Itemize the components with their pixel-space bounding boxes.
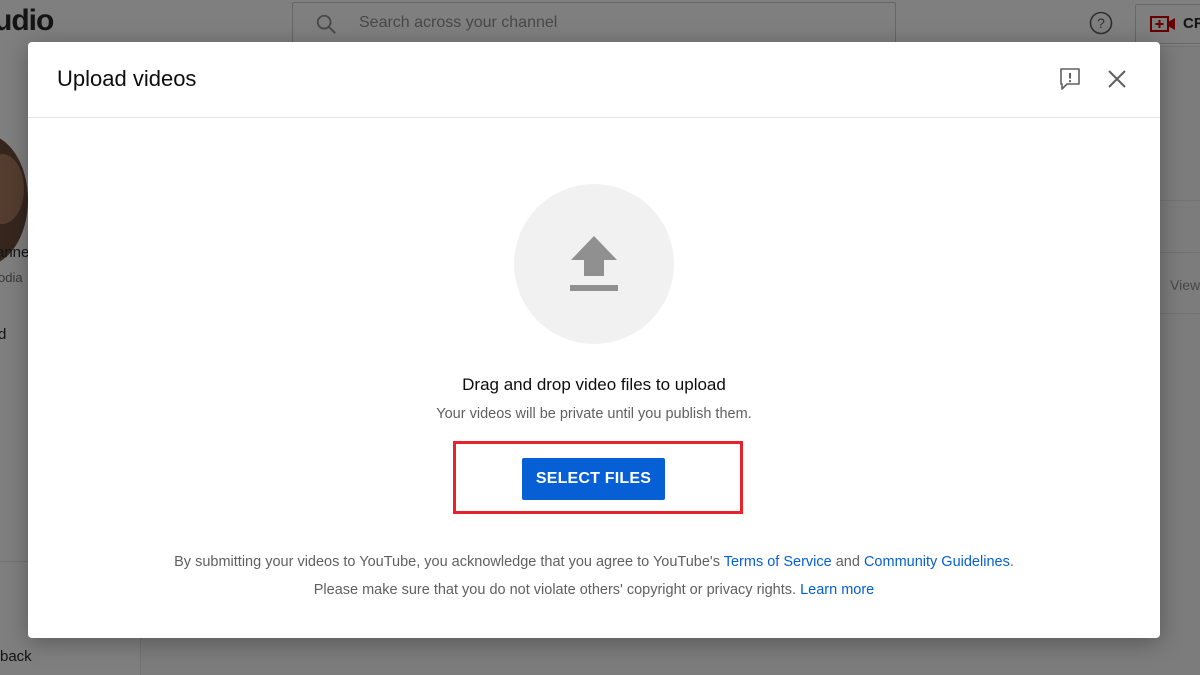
legal-text-line-1: By submitting your videos to YouTube, yo… [28,554,1160,570]
feedback-icon[interactable] [1059,67,1081,91]
close-icon[interactable] [1107,69,1127,89]
upload-arrow-icon [570,236,618,291]
copyright-note: Please make sure that you do not violate… [313,582,801,598]
legal-period: . [1009,554,1014,570]
legal-and: and [831,554,864,570]
dialog-title: Upload videos [57,66,197,91]
privacy-note: Your videos will be private until you pu… [436,406,752,422]
select-files-button[interactable]: SELECT FILES [522,458,665,500]
dialog-header: Upload videos [28,42,1160,118]
legal-prefix: By submitting your videos to YouTube, yo… [174,554,724,570]
upload-dialog: Upload videos Drag and drop video files … [28,42,1160,638]
upload-drop-zone[interactable] [514,184,674,344]
drag-drop-text: Drag and drop video files to upload [462,375,726,394]
legal-text-line-2: Please make sure that you do not violate… [28,582,1160,598]
community-guidelines-link[interactable]: Community Guidelines [864,554,1010,570]
learn-more-link[interactable]: Learn more [800,582,874,598]
terms-of-service-link[interactable]: Terms of Service [724,554,832,570]
